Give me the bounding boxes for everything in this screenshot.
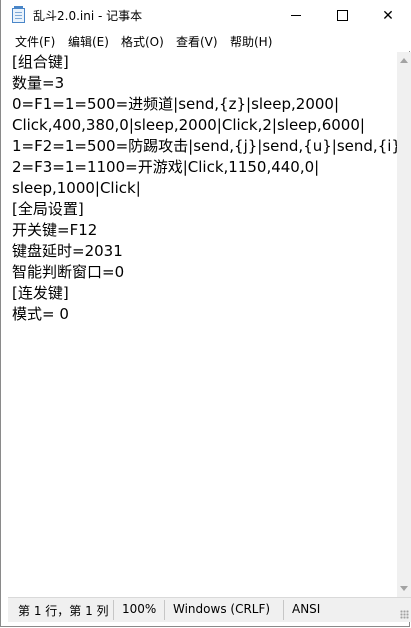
status-divider <box>283 600 284 620</box>
editor-line: [组合键] <box>12 53 69 71</box>
vertical-scrollbar[interactable] <box>397 52 411 597</box>
maximize-button[interactable] <box>319 0 365 31</box>
menu-view[interactable]: 查看(V) <box>176 33 218 50</box>
text-editor[interactable]: [组合键] 数量=3 0=F1=1=500=进频道|send,{z}|sleep… <box>8 52 406 597</box>
menu-bar: 文件(F) 编辑(E) 格式(O) 查看(V) 帮助(H) <box>1 31 411 51</box>
scroll-up-icon[interactable] <box>400 58 408 63</box>
editor-line: 开关键=F12 <box>12 221 98 239</box>
minimize-button[interactable] <box>273 0 319 31</box>
notepad-window: 乱斗2.0.ini - 记事本 ✕ 文件(F) 编辑(E) 格式(O) 查看(V… <box>0 0 411 627</box>
notepad-icon <box>12 6 25 23</box>
editor-line: 智能判断窗口=0 <box>12 263 125 281</box>
editor-line: Click,400,380,0|sleep,2000|Click,2|sleep… <box>12 116 365 134</box>
close-button[interactable]: ✕ <box>365 0 411 31</box>
status-bar: 第 1 行，第 1 列 100% Windows (CRLF) ANSI <box>8 597 411 622</box>
close-icon: ✕ <box>382 7 394 24</box>
editor-line: 1=F2=1=500=防踢攻击|send,{j}|send,{u}|send,{… <box>12 137 406 155</box>
editor-line: [连发键] <box>12 284 69 302</box>
resize-grip-icon[interactable] <box>400 610 409 619</box>
menu-file[interactable]: 文件(F) <box>15 33 55 50</box>
status-encoding: ANSI <box>292 602 321 616</box>
menu-edit[interactable]: 编辑(E) <box>68 33 109 50</box>
maximize-icon <box>336 10 348 21</box>
editor-line: [全局设置] <box>12 200 84 218</box>
minimize-icon <box>291 15 301 16</box>
menu-help[interactable]: 帮助(H) <box>230 33 272 50</box>
editor-line: 数量=3 <box>12 74 65 92</box>
editor-line: 模式= 0 <box>12 305 69 323</box>
scroll-down-icon[interactable] <box>400 586 408 591</box>
status-zoom: 100% <box>122 602 157 616</box>
editor-line: 键盘延时=2031 <box>12 242 123 260</box>
editor-line: 0=F1=1=500=进频道|send,{z}|sleep,2000| <box>12 95 340 113</box>
title-bar[interactable]: 乱斗2.0.ini - 记事本 ✕ <box>1 0 411 31</box>
editor-line: sleep,1000|Click| <box>12 179 141 197</box>
status-divider <box>164 600 165 620</box>
status-line-ending: Windows (CRLF) <box>173 602 271 616</box>
status-divider <box>113 600 114 620</box>
window-title: 乱斗2.0.ini - 记事本 <box>33 9 143 23</box>
status-cursor-position: 第 1 行，第 1 列 <box>18 604 109 618</box>
menu-format[interactable]: 格式(O) <box>121 33 164 50</box>
editor-line: 2=F3=1=1100=开游戏|Click,1150,440,0| <box>12 158 320 176</box>
